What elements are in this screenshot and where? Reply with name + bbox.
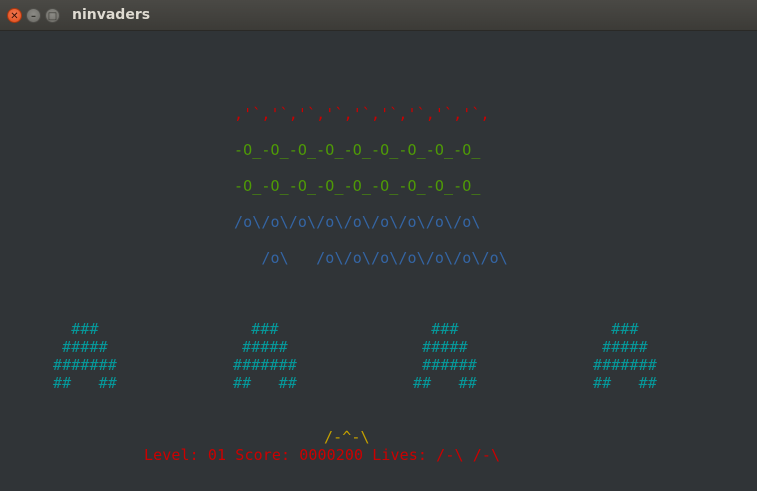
alien-row-1: ,'`,'`,'`,'`,'`,'`,'`,'`,'`, — [234, 105, 490, 123]
player-ship: /-^-\ — [324, 428, 370, 446]
status-line: Level: 01 Score: 0000200 Lives: /-\ /-\ — [144, 446, 501, 464]
close-icon: ✕ — [10, 11, 19, 22]
bunker-4-line-1: ### — [593, 320, 639, 338]
bunker-2-line-4: ## ## — [233, 374, 297, 392]
alien-row-4: /o\/o\/o\/o\/o\/o\/o\/o\/o\ — [234, 213, 481, 231]
bunker-2-line-2: ##### — [233, 338, 288, 356]
bunker-3-line-2: ##### — [413, 338, 468, 356]
minimize-icon: – — [31, 11, 36, 22]
bunker-4-line-2: ##### — [593, 338, 648, 356]
bunker-3-line-4: ## ## — [413, 374, 477, 392]
bunker-3-line-3: ###### — [413, 356, 477, 374]
alien-row-2: -O_-O_-O_-O_-O_-O_-O_-O_-O_ — [234, 141, 481, 159]
close-button[interactable]: ✕ — [7, 8, 22, 23]
alien-row-3: -O_-O_-O_-O_-O_-O_-O_-O_-O_ — [234, 177, 481, 195]
bunker-1-line-4: ## ## — [53, 374, 117, 392]
bunker-3-line-1: ### — [413, 320, 459, 338]
minimize-button[interactable]: – — [26, 8, 41, 23]
game-screen[interactable]: ,'`,'`,'`,'`,'`,'`,'`,'`,'`, -O_-O_-O_-O… — [0, 31, 757, 491]
window-title: ninvaders — [72, 7, 151, 23]
title-bar: ✕ – □ ninvaders — [0, 0, 757, 31]
maximize-icon: □ — [47, 11, 58, 22]
alien-row-5: /o\ /o\/o\/o\/o\/o\/o\/o\ — [234, 249, 508, 267]
bunker-2-line-3: ####### — [233, 356, 297, 374]
game-window: ✕ – □ ninvaders ,'`,'`,'`,'`,'`,'`,'`,'`… — [0, 0, 757, 491]
bunker-1-line-2: ##### — [53, 338, 108, 356]
maximize-button[interactable]: □ — [45, 8, 60, 23]
bunker-1-line-3: ####### — [53, 356, 117, 374]
bunker-1-line-1: ### — [53, 320, 99, 338]
bunker-4-line-3: ####### — [593, 356, 657, 374]
bunker-4-line-4: ## ## — [593, 374, 657, 392]
bunker-2-line-1: ### — [233, 320, 279, 338]
